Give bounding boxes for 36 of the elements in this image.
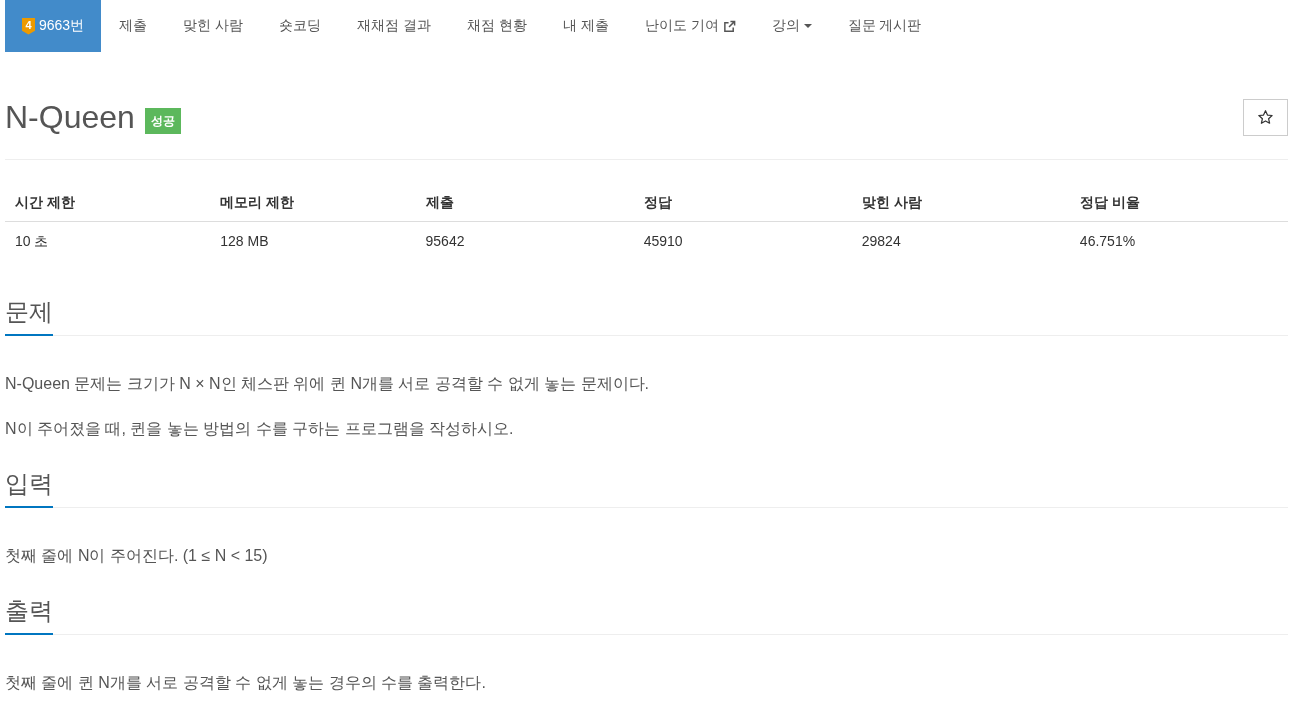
column-header: 메모리 제한 xyxy=(220,194,295,210)
section-heading: 출력 xyxy=(5,596,53,635)
caret-icon xyxy=(803,24,812,28)
column-header: 정답 비율 xyxy=(1079,194,1140,210)
problem-title: N-Queen xyxy=(5,98,135,137)
nav-tab[interactable]: 제출 xyxy=(101,0,166,52)
table-cell: 128 MB xyxy=(220,233,269,249)
column-header: 맞힌 사람 xyxy=(861,194,922,210)
nav-tab[interactable]: 난이도 기여 xyxy=(626,0,754,52)
column-header: 정답 xyxy=(643,194,672,210)
section-text: 첫째 줄에 퀸 N개를 서로 공격할 수 없게 놓는 경우의 수를 출력한다. xyxy=(5,673,487,693)
nav-tab[interactable]: 숏코딩 xyxy=(261,0,340,52)
table-cell: 45910 xyxy=(643,233,683,249)
nav-tab[interactable]: 내 제출 xyxy=(544,0,627,52)
nav-tab[interactable]: 채점 현황 xyxy=(448,0,545,52)
table-cell: 29824 xyxy=(861,233,901,249)
table-cell: 46.751% xyxy=(1079,233,1136,249)
tier-badge: 4 xyxy=(22,17,35,35)
table-cell: 10 초 xyxy=(15,233,49,249)
problem-tab[interactable]: 4 9663번 xyxy=(5,0,102,52)
nav-tab[interactable]: 강의 xyxy=(753,0,830,52)
column-header: 제출 xyxy=(425,194,454,210)
section-text: N이 주어졌을 때, 퀸을 놓는 방법의 수를 구하는 프로그램을 작성하시오. xyxy=(5,419,515,439)
table-cell: 95642 xyxy=(425,233,465,249)
nav-tab[interactable]: 질문 게시판 xyxy=(829,0,940,52)
favorite-button[interactable] xyxy=(1243,98,1288,136)
result-label: 성공 xyxy=(144,108,181,134)
nav-tab[interactable]: 재채점 결과 xyxy=(339,0,449,52)
column-header: 시간 제한 xyxy=(15,194,75,210)
nav-tab[interactable]: 맞힌 사람 xyxy=(165,0,262,52)
section-text: N-Queen 문제는 크기가 N × N인 체스판 위에 퀸 N개를 서로 공격할 수 없게 놓는 문제이다. xyxy=(5,374,651,394)
section-heading: 문제 xyxy=(5,297,53,336)
star-icon xyxy=(1258,110,1273,124)
section-text: 첫째 줄에 N이 주어진다. (1 ≤ N < 15) xyxy=(5,546,269,566)
external-link-icon xyxy=(722,19,736,33)
section-heading: 입력 xyxy=(5,469,53,508)
